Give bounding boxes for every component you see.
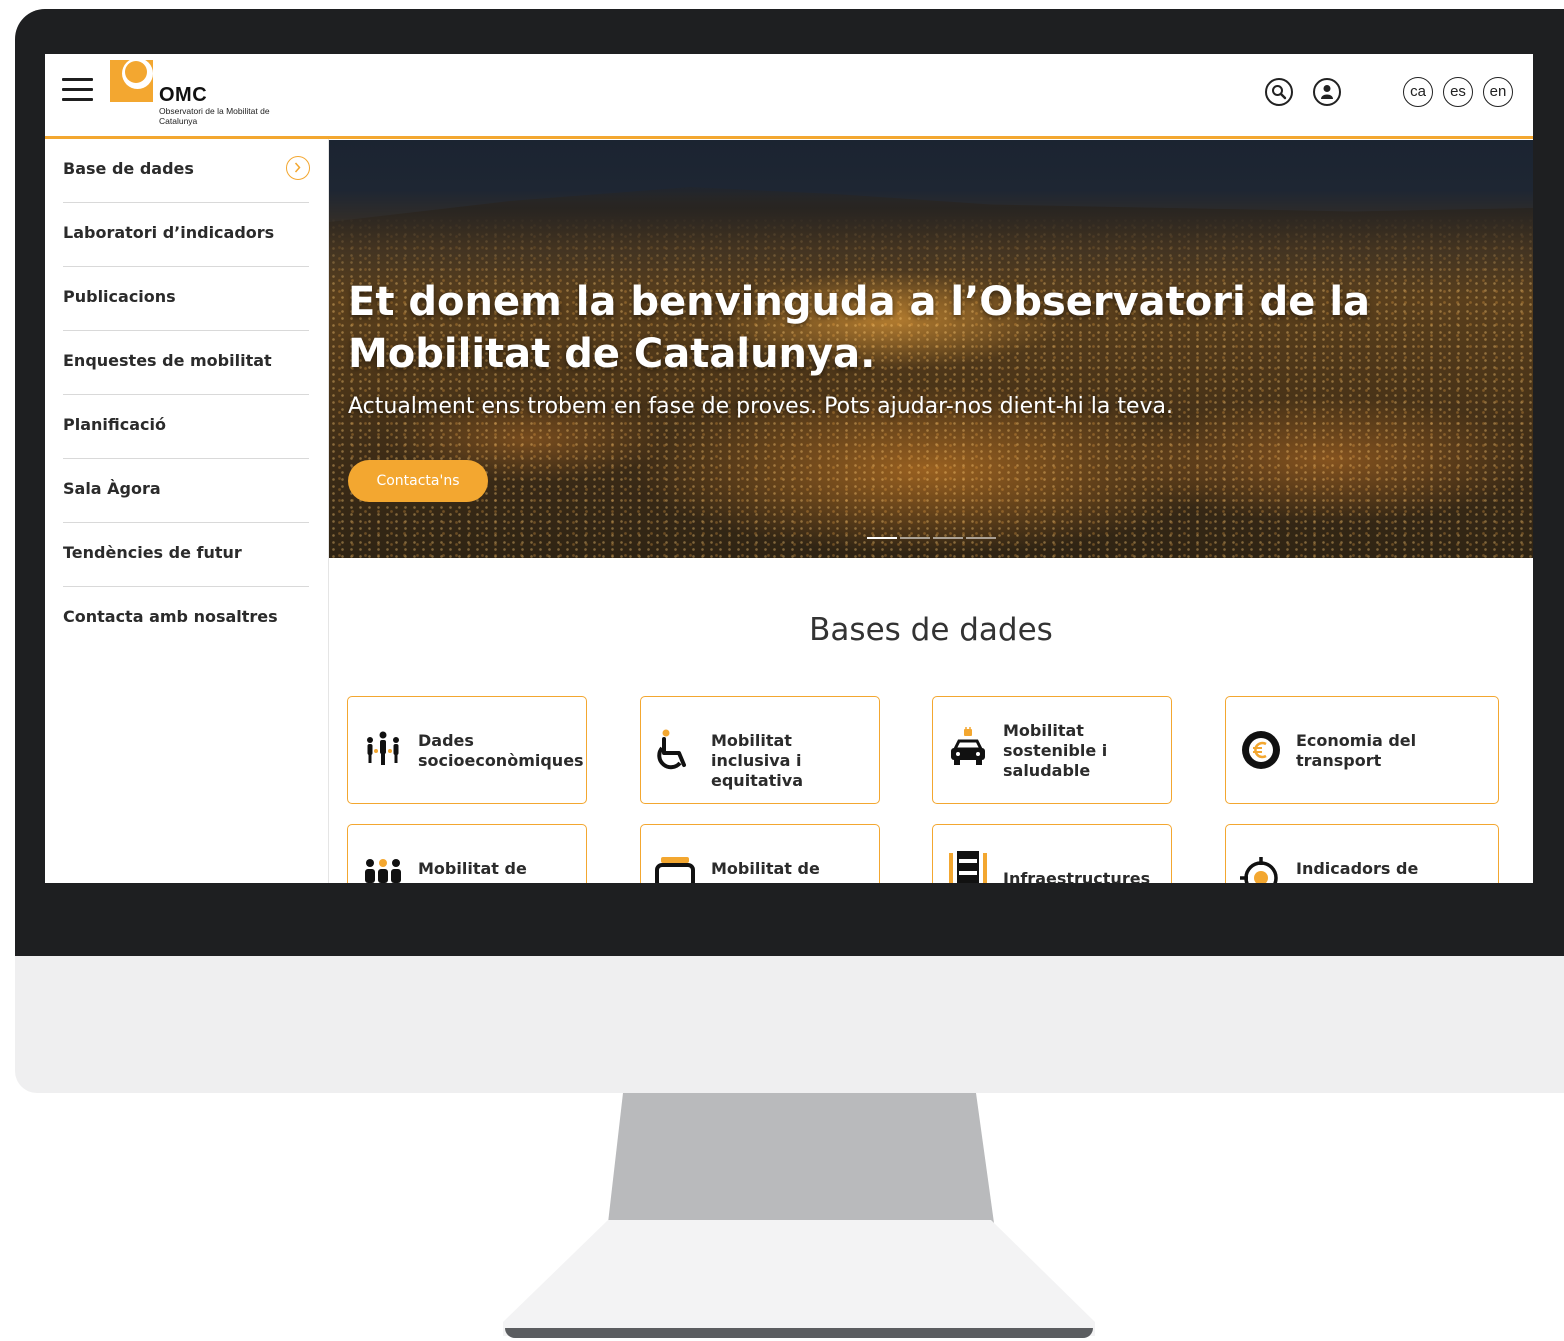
logo-text[interactable]: OMC: [159, 84, 207, 107]
card-label: Mobilitat de: [711, 859, 820, 878]
card-economia-transport[interactable]: Economia del transport: [1225, 696, 1499, 804]
road-icon: [949, 851, 987, 883]
sidebar-item-label: Tendències de futur: [63, 543, 242, 562]
sidebar-item-label: Contacta amb nosaltres: [63, 607, 278, 626]
card-label: Dades socioeconòmiques: [418, 731, 584, 770]
hero-banner: Et donem la benvinguda a l’Observatori d…: [329, 140, 1533, 558]
sidebar-nav: Base de dades Laboratori d’indicadors Pu…: [45, 139, 329, 883]
sidebar-item-label: Laboratori d’indicadors: [63, 223, 275, 242]
electric-car-icon: [951, 727, 985, 765]
wheelchair-icon: [657, 729, 686, 770]
sidebar-item-label: Enquestes de mobilitat: [63, 351, 272, 370]
hero-subtitle: Actualment ens trobem en fase de proves.…: [348, 394, 1173, 419]
sidebar-item-label: Publicacions: [63, 287, 176, 306]
logo-dot: [125, 61, 147, 83]
section-title: Bases de dades: [809, 612, 1053, 648]
search-icon[interactable]: [1265, 78, 1293, 106]
carousel-dot[interactable]: [900, 537, 930, 539]
sidebar-item-laboratori[interactable]: Laboratori d’indicadors: [63, 203, 309, 267]
lang-es[interactable]: es: [1443, 77, 1473, 107]
contact-button[interactable]: Contacta'ns: [348, 460, 488, 502]
card-label: Mobilitat de: [418, 859, 527, 878]
menu-icon[interactable]: [62, 78, 93, 102]
card-label: Indicadors de: [1296, 859, 1419, 878]
sidebar-item-base-de-dades[interactable]: Base de dades: [63, 139, 310, 203]
sidebar-item-planificacio[interactable]: Planificació: [63, 395, 309, 459]
sidebar-item-label: Planificació: [63, 415, 166, 434]
card-label: Mobilitat sostenible i saludable: [1003, 721, 1108, 780]
card-mobilitat-sostenible[interactable]: Mobilitat sostenible i saludable: [932, 696, 1172, 804]
carousel-dot[interactable]: [933, 537, 963, 539]
card-mobilitat-de-vehicles[interactable]: Mobilitat de: [640, 824, 880, 883]
monitor-stand-edge: [505, 1328, 1093, 1338]
card-dades-socioeconomiques[interactable]: Dades socioeconòmiques: [347, 696, 587, 804]
card-label: Infraestructures: [1003, 869, 1151, 883]
sidebar-item-enquestes[interactable]: Enquestes de mobilitat: [63, 331, 309, 395]
card-label: Mobilitat inclusiva i equitativa: [711, 731, 803, 790]
group-icon: [365, 859, 401, 883]
carousel-dot[interactable]: [966, 537, 996, 539]
sidebar-item-contacta[interactable]: Contacta amb nosaltres: [63, 587, 309, 651]
monitor-stand-neck: [608, 1093, 994, 1223]
hero-title: Et donem la benvinguda a l’Observatori d…: [348, 279, 1371, 377]
sidebar-item-sala-agora[interactable]: Sala Àgora: [63, 459, 309, 523]
target-icon: [1240, 857, 1278, 883]
card-infraestructures[interactable]: Infraestructures: [932, 824, 1172, 883]
user-icon[interactable]: [1313, 78, 1341, 106]
chevron-right-icon[interactable]: [286, 156, 310, 180]
monitor-chin: [15, 956, 1564, 1093]
sidebar-item-label: Base de dades: [63, 159, 194, 178]
sidebar-item-label: Sala Àgora: [63, 479, 161, 498]
carousel-indicators: [867, 524, 999, 543]
card-label: Economia del transport: [1296, 731, 1417, 770]
vehicle-icon: [655, 857, 695, 883]
people-icon: [367, 731, 399, 765]
lang-en[interactable]: en: [1483, 77, 1513, 107]
carousel-dot[interactable]: [867, 537, 897, 539]
site-header: OMC Observatori de la Mobilitat de Catal…: [45, 54, 1533, 139]
card-mobilitat-de-persones[interactable]: Mobilitat de: [347, 824, 587, 883]
website-screen: OMC Observatori de la Mobilitat de Catal…: [45, 54, 1533, 883]
card-mobilitat-inclusiva[interactable]: Mobilitat inclusiva i equitativa: [640, 696, 880, 804]
card-indicadors[interactable]: Indicadors de: [1225, 824, 1499, 883]
logo-subtitle: Observatori de la Mobilitat de Catalunya: [159, 106, 270, 126]
sidebar-item-publicacions[interactable]: Publicacions: [63, 267, 309, 331]
euro-coin-icon: [1242, 731, 1280, 769]
monitor-stand-base: [503, 1220, 1095, 1336]
lang-ca[interactable]: ca: [1403, 77, 1433, 107]
sidebar-item-tendencies[interactable]: Tendències de futur: [63, 523, 309, 587]
